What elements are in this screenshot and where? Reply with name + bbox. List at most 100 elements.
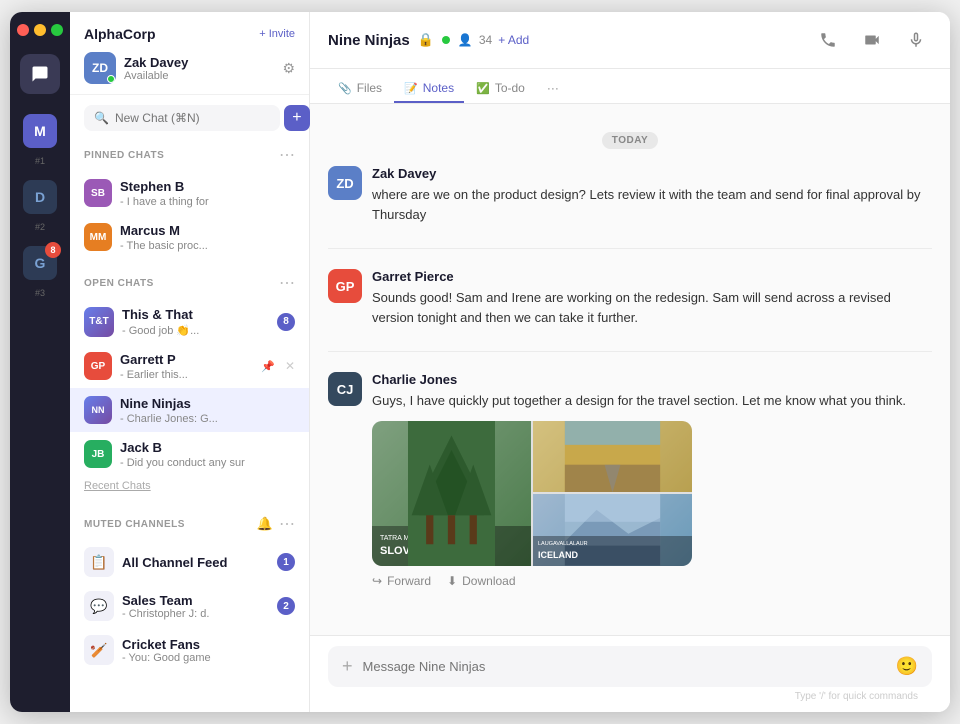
messages-area: TODAY ZD Zak Davey where are we on the p… [310,104,950,635]
msg-divider [328,351,932,352]
message-input[interactable] [363,659,886,674]
channel-cricket-fans[interactable]: 🏏 Cricket Fans - You: Good game [70,628,309,672]
road-illustration [533,421,692,493]
muted-channels-label: MUTED CHANNELS [84,519,185,530]
chat-item-info: Stephen B - I have a thing for [120,178,295,208]
member-info: 👤 34 + Add [458,33,529,47]
icon-bar: M #1 D #2 G 8 #3 [10,12,70,712]
close-traffic-light[interactable] [17,24,29,36]
chat-garrett-p[interactable]: GP Garrett P - Earlier this... 📌 ✕ [70,344,309,388]
forward-button[interactable]: ↪ Forward [372,574,431,588]
chat-item-info: Nine Ninjas - Charlie Jones: G... [120,395,295,425]
user-row: ZD Zak Davey Available ⚙ [84,52,295,84]
muted-more-icon[interactable]: ⋯ [279,514,295,534]
emoji-button[interactable]: 🙂 [896,656,918,677]
sidebar-content: PINNED CHATS ⋯ SB Stephen B - I have a t… [70,131,309,712]
msg-content: Charlie Jones Guys, I have quickly put t… [372,372,932,588]
img-cell-road [533,421,692,493]
msg-content: Zak Davey where are we on the product de… [372,166,932,224]
img-cell-forest: TATRA MOUNTAINSSLOVAKIA [372,421,531,566]
user-status: Available [124,70,188,82]
message-input-row: + 🙂 [328,646,932,687]
sidebar: AlphaCorp + Invite ZD Zak Davey Availabl… [70,12,310,712]
chat-jack-b[interactable]: JB Jack B - Did you conduct any sur [70,432,309,476]
chat-nine-ninjas[interactable]: NN Nine Ninjas - Charlie Jones: G... [70,388,309,432]
muted-bell-icon[interactable]: 🔔 [257,516,273,532]
msg-header: Charlie Jones [372,372,932,387]
input-area: + 🙂 Type '/' for quick commands [310,635,950,712]
add-member-button[interactable]: + Add [498,33,529,47]
chat-actions [812,24,932,56]
tab-notes-label: Notes [423,81,454,95]
chat-title: Nine Ninjas [328,32,410,49]
invite-button[interactable]: + Invite [259,28,295,40]
workspace-m[interactable]: M [23,114,57,148]
voice-call-button[interactable] [812,24,844,56]
tab-notes[interactable]: 📝 Notes [394,75,464,103]
online-indicator [442,36,450,44]
unread-badge: 8 [277,313,295,331]
video-call-button[interactable] [856,24,888,56]
lock-icon: 🔒 [418,32,434,48]
recent-chats-link[interactable]: Recent Chats [70,476,309,500]
user-avatar: ZD [84,52,116,84]
avatar: MM [84,223,112,251]
tab-files[interactable]: 📎 Files [328,75,392,103]
org-row: AlphaCorp + Invite [84,26,295,42]
pinned-chats-label: PINNED CHATS [84,150,164,161]
quick-cmd-hint: Type '/' for quick commands [328,687,932,702]
chat-this-and-that[interactable]: T&T This & That - Good job 👏... 8 [70,299,309,344]
org-name: AlphaCorp [84,26,156,42]
tab-more[interactable]: ··· [537,75,569,103]
chat-item-info: Marcus M - The basic proc... [120,222,295,252]
traffic-lights [17,24,63,36]
unread-badge: 1 [277,553,295,571]
pinned-chat-marcus[interactable]: MM Marcus M - The basic proc... [70,215,309,259]
sidebar-header: AlphaCorp + Invite ZD Zak Davey Availabl… [70,12,309,95]
download-icon: ⬇ [447,574,457,588]
user-details: Zak Davey Available [124,55,188,82]
close-icon[interactable]: ✕ [285,359,295,373]
pinned-chat-stephen[interactable]: SB Stephen B - I have a thing for [70,171,309,215]
unread-badge: 2 [277,597,295,615]
avatar: JB [84,440,112,468]
maximize-traffic-light[interactable] [51,24,63,36]
download-button[interactable]: ⬇ Download [447,574,515,588]
msg-text: Guys, I have quickly put together a desi… [372,391,932,411]
msg-header: Zak Davey [372,166,932,181]
avatar: SB [84,179,112,207]
img-cell-iceland: LAUGAVALLALAURICELAND [533,494,692,566]
msg-sender: Garret Pierce [372,269,454,284]
channel-all-feed[interactable]: 📋 All Channel Feed 1 [70,540,309,584]
status-dot [107,75,115,83]
msg-header: Garret Pierce [372,269,932,284]
minimize-traffic-light[interactable] [34,24,46,36]
user-info: ZD Zak Davey Available [84,52,188,84]
open-chats-more-icon[interactable]: ⋯ [279,273,295,293]
img-label-iceland: LAUGAVALLALAURICELAND [533,536,692,565]
avatar: GP [84,352,112,380]
audio-button[interactable] [900,24,932,56]
channel-info: All Channel Feed [122,555,269,570]
chat-item-info: Garrett P - Earlier this... [120,351,253,381]
channel-info: Sales Team - Christopher J: d. [122,593,269,620]
chat-header: Nine Ninjas 🔒 👤 34 + Add [310,12,950,69]
main-area: Nine Ninjas 🔒 👤 34 + Add [310,12,950,712]
chat-icon[interactable] [20,54,60,94]
workspace-g[interactable]: G 8 [23,246,57,280]
attach-button[interactable]: + [342,656,353,677]
msg-text: where are we on the product design? Lets… [372,185,932,224]
chat-item-info: This & That - Good job 👏... [122,306,269,337]
files-tab-icon: 📎 [338,82,352,95]
new-chat-button[interactable]: + [284,105,310,131]
msg-image-attachment: TATRA MOUNTAINSSLOVAKIA [372,421,692,566]
channel-sales-team[interactable]: 💬 Sales Team - Christopher J: d. 2 [70,584,309,628]
message-charlie: CJ Charlie Jones Guys, I have quickly pu… [328,372,932,588]
search-input[interactable] [115,111,270,125]
settings-icon[interactable]: ⚙ [282,60,295,77]
chat-tabs: 📎 Files 📝 Notes ✅ To-do ··· [310,69,950,104]
pinned-chats-more-icon[interactable]: ⋯ [279,145,295,165]
workspace-d[interactable]: D [23,180,57,214]
chat-title-area: Nine Ninjas 🔒 👤 34 + Add [328,32,529,49]
tab-todo[interactable]: ✅ To-do [466,75,535,103]
